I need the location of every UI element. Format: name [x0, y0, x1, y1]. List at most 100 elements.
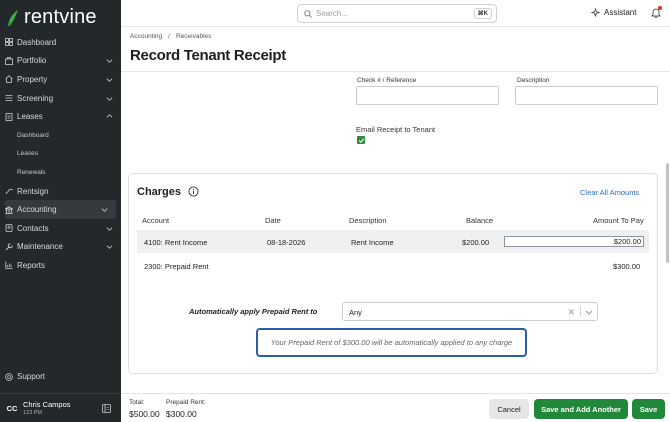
avatar: CC [6, 403, 18, 413]
check-reference-label: Check # / Reference [357, 77, 417, 84]
sidebar-item-screening[interactable]: Screening [0, 89, 121, 108]
email-receipt-checkbox[interactable] [357, 136, 365, 144]
scrollbar-thumb[interactable] [666, 163, 669, 263]
property-icon [5, 75, 13, 84]
sidebar-item-reports[interactable]: Reports [0, 256, 121, 275]
breadcrumb: Accounting / Receivables [130, 33, 211, 40]
topbar: Search... ⌘K Assistant [121, 0, 670, 27]
breadcrumb-receivables[interactable]: Receivables [176, 33, 211, 40]
total-value: $500.00 [129, 409, 160, 419]
user-name: Chris Campos [23, 400, 71, 409]
sidebar-subitem-renewals[interactable]: Renewals [0, 163, 121, 182]
user-profile[interactable]: CC Chris Campos 123 PM [0, 393, 121, 422]
assistant-button[interactable]: Assistant [591, 8, 636, 17]
portfolio-icon [5, 56, 13, 65]
sidebar-item-accounting[interactable]: Accounting [5, 200, 116, 219]
chevron-down-icon[interactable] [585, 308, 593, 316]
apply-prepaid-select[interactable]: Any ✕ [342, 302, 598, 321]
help-circle-icon [5, 372, 13, 381]
brand-name: rentvine [24, 6, 97, 28]
total-label: Total: [129, 399, 145, 406]
search-icon [304, 9, 312, 18]
contacts-icon [5, 224, 13, 233]
sidebar-item-label: Portfolio [17, 56, 47, 66]
breadcrumb-separator: / [168, 33, 170, 40]
chevron-down-icon [106, 59, 113, 64]
breadcrumb-accounting[interactable]: Accounting [130, 33, 162, 40]
rentsign-icon [5, 187, 13, 195]
amount-to-pay-input[interactable]: $200.00 [504, 236, 644, 247]
description-label: Description [517, 77, 550, 84]
header-divider [121, 71, 670, 72]
sidebar-item-leases[interactable]: Leases [0, 107, 121, 126]
page-title: Record Tenant Receipt [130, 47, 286, 64]
row-balance: $200.00 [462, 238, 490, 247]
sidebar-item-label: Maintenance [17, 242, 63, 252]
prepaid-account: 2300: Prepaid Rent [144, 262, 209, 271]
accounting-icon [5, 205, 13, 214]
cancel-button[interactable]: Cancel [489, 399, 529, 419]
search-input[interactable]: Search... ⌘K [297, 4, 497, 23]
leases-icon [5, 112, 13, 121]
sidebar-item-support[interactable]: Support [5, 372, 45, 381]
notification-dot [658, 6, 662, 10]
sidebar-subitem-label: Renewals [17, 168, 46, 176]
description-input[interactable] [515, 86, 658, 105]
wrench-icon [5, 243, 13, 251]
sparkle-icon [591, 8, 600, 17]
row-account: 4100: Rent Income [144, 238, 208, 247]
sidebar-subitem-lease-dashboard[interactable]: Dashboard [0, 126, 121, 145]
select-value: Any [349, 308, 362, 317]
charges-title: Charges [137, 186, 182, 198]
rentvine-leaf-icon [7, 9, 18, 26]
sidebar-item-maintenance[interactable]: Maintenance [0, 238, 121, 257]
user-info: Chris Campos 123 PM [23, 400, 102, 416]
sidebar-item-rentsign[interactable]: Rentsign [0, 182, 121, 201]
brand-logo[interactable]: rentvine [6, 6, 97, 29]
reports-icon [5, 261, 13, 270]
assistant-label: Assistant [604, 8, 637, 17]
user-meta: 123 PM [23, 410, 42, 416]
sidebar-nav: Dashboard Portfolio Property Screening L… [0, 33, 121, 275]
chevron-down-icon [106, 78, 113, 82]
check-reference-input[interactable] [356, 86, 499, 105]
prepaid-note-text: Your Prepaid Rent of $300.00 will be aut… [270, 338, 513, 347]
column-header-account: Account [142, 216, 170, 225]
chevron-up-icon [106, 114, 113, 118]
column-header-date: Date [265, 216, 281, 225]
chevron-down-icon [101, 208, 108, 213]
prepaid-note: Your Prepaid Rent of $300.00 will be aut… [256, 328, 527, 357]
prepaid-rent-value: $300.00 [166, 409, 197, 419]
clear-all-amounts-link[interactable]: Clear All Amounts [580, 188, 639, 197]
prepaid-rent-label: Prepaid Rent: [166, 399, 206, 406]
info-icon[interactable] [188, 186, 199, 197]
chevron-down-icon [106, 245, 113, 250]
sidebar-item-contacts[interactable]: Contacts [0, 219, 121, 238]
sidebar-item-dashboard[interactable]: Dashboard [0, 33, 121, 52]
dashboard-icon [5, 38, 13, 47]
save-button[interactable]: Save [632, 399, 665, 419]
sidebar: rentvine Dashboard Portfolio Property Sc… [0, 0, 121, 422]
clear-icon[interactable]: ✕ [567, 307, 575, 318]
prepaid-amount: $300.00 [613, 262, 641, 271]
column-header-description: Description [349, 216, 387, 225]
sidebar-item-portfolio[interactable]: Portfolio [0, 52, 121, 71]
sidebar-subitem-leases[interactable]: Leases [0, 145, 121, 164]
sidebar-item-property[interactable]: Property [0, 70, 121, 89]
sidebar-item-label: Rentsign [17, 186, 49, 196]
column-header-balance: Balance [466, 216, 494, 225]
sidebar-item-label: Reports [17, 260, 46, 270]
email-receipt-label: Email Receipt to Tenant [356, 125, 436, 134]
row-description: Rent Income [351, 238, 394, 247]
sidebar-item-label: Contacts [17, 223, 49, 233]
checkmark-icon [358, 137, 364, 143]
collapse-sidebar-icon[interactable] [102, 403, 111, 413]
select-divider [580, 306, 581, 317]
sidebar-item-label: Property [17, 74, 48, 84]
sidebar-subitem-label: Leases [17, 150, 38, 158]
column-header-amount-to-pay: Amount To Pay [593, 216, 644, 225]
chevron-down-icon [106, 227, 113, 231]
save-and-add-another-button[interactable]: Save and Add Another [534, 399, 628, 419]
chevron-down-icon [106, 96, 113, 101]
keyboard-shortcut-badge: ⌘K [473, 8, 492, 19]
